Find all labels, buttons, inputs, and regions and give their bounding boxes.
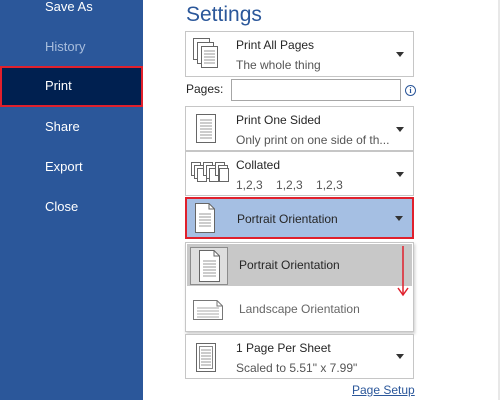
chevron-down-icon	[396, 52, 404, 57]
sides-subtitle: Only print on one side of th...	[236, 133, 390, 147]
nav-item-save-as[interactable]: Save As	[0, 0, 143, 27]
sides-dropdown[interactable]: Print One Sided Only print on one side o…	[185, 106, 414, 151]
orientation-title: Portrait Orientation	[237, 212, 338, 226]
page-per-sheet-icon	[193, 342, 219, 379]
down-arrow-icon	[397, 246, 409, 297]
settings-title: Settings	[186, 3, 262, 26]
chevron-down-icon	[396, 127, 404, 132]
one-sided-page-icon	[193, 113, 219, 150]
nav-item-label: Close	[45, 199, 79, 214]
chevron-down-icon	[396, 172, 404, 177]
nav-item-label: History	[45, 39, 86, 54]
sides-title: Print One Sided	[236, 113, 321, 127]
orientation-menu: Portrait Orientation Landscape Orientati…	[185, 242, 414, 332]
nav-item-label: Share	[45, 119, 80, 134]
orientation-dropdown[interactable]: Portrait Orientation	[185, 197, 414, 239]
settings-panel: Settings Print All Pages The whole thing…	[143, 0, 500, 400]
nav-item-export[interactable]: Export	[0, 147, 143, 187]
portrait-page-icon	[190, 247, 228, 285]
backstage-nav: Save As History Print Share Export Close	[0, 0, 143, 400]
pages-label: Pages:	[186, 82, 224, 96]
print-range-title: Print All Pages	[236, 38, 315, 52]
pages-per-sheet-subtitle: Scaled to 5.51" x 7.99"	[236, 361, 358, 375]
chevron-down-icon	[396, 354, 404, 359]
menu-item-landscape[interactable]: Landscape Orientation	[187, 288, 412, 330]
collated-pages-icon	[191, 162, 229, 191]
pages-input[interactable]	[231, 79, 401, 101]
portrait-page-icon	[193, 203, 217, 238]
info-icon[interactable]: i	[405, 85, 416, 96]
collation-subtitle: 1,2,3 1,2,3 1,2,3	[236, 178, 343, 192]
nav-item-label: Export	[45, 159, 83, 174]
print-range-dropdown[interactable]: Print All Pages The whole thing	[185, 31, 414, 77]
landscape-page-icon	[190, 291, 228, 329]
collation-dropdown[interactable]: Collated 1,2,3 1,2,3 1,2,3	[185, 151, 414, 196]
multi-page-icon	[193, 38, 219, 75]
nav-item-label: Print	[45, 78, 72, 93]
pages-per-sheet-dropdown[interactable]: 1 Page Per Sheet Scaled to 5.51" x 7.99"	[185, 334, 414, 379]
menu-item-portrait[interactable]: Portrait Orientation	[187, 244, 412, 286]
page-setup-link[interactable]: Page Setup	[352, 383, 415, 397]
menu-item-label: Landscape Orientation	[239, 302, 360, 316]
nav-item-label: Save As	[45, 0, 93, 14]
pages-per-sheet-title: 1 Page Per Sheet	[236, 341, 331, 355]
nav-item-close[interactable]: Close	[0, 187, 143, 227]
nav-item-history[interactable]: History	[0, 27, 143, 67]
nav-item-share[interactable]: Share	[0, 107, 143, 147]
print-range-subtitle: The whole thing	[236, 58, 321, 72]
nav-item-print[interactable]: Print	[0, 66, 143, 107]
menu-item-label: Portrait Orientation	[239, 258, 340, 272]
collation-title: Collated	[236, 158, 281, 172]
chevron-down-icon	[395, 216, 403, 221]
